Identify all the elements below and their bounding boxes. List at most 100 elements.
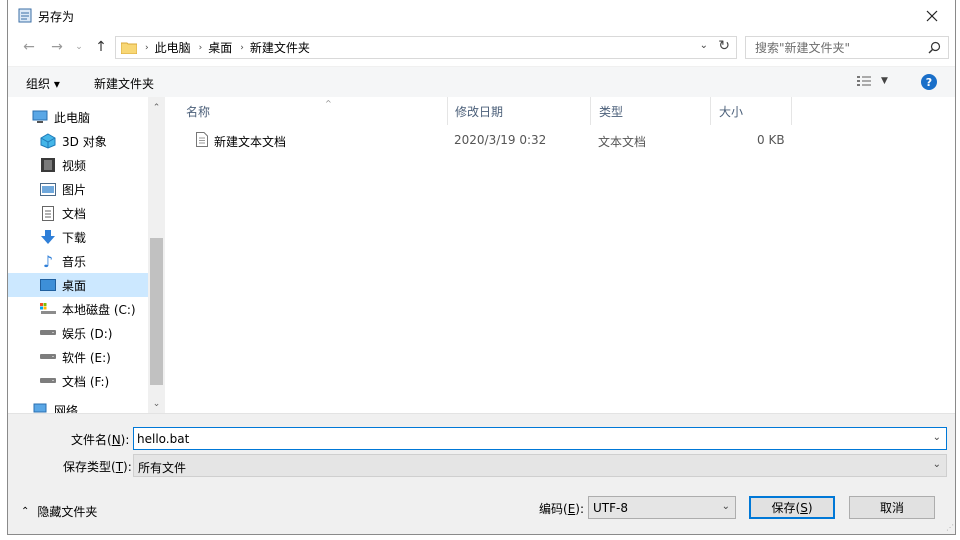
sidebar-item-drive-e[interactable]: 软件 (E:) xyxy=(8,345,148,369)
scroll-up-icon[interactable]: ⌃ xyxy=(148,99,165,116)
recent-locations-button[interactable]: ⌄ xyxy=(68,36,90,58)
up-button[interactable]: ↑ xyxy=(90,36,112,58)
breadcrumb-desktop[interactable]: 桌面 xyxy=(208,39,232,56)
sidebar-item-label: 娱乐 (D:) xyxy=(62,326,113,341)
search-icon[interactable] xyxy=(928,41,941,54)
navigation-pane: 此电脑 3D 对象 视频 图片 文档 下载 ♪ 音乐 桌面 本地磁盘 (C:) … xyxy=(8,97,166,413)
desktop-icon xyxy=(40,277,56,293)
details-view-icon xyxy=(857,76,871,86)
address-bar[interactable]: › 此电脑 › 桌面 › 新建文件夹 ⌄ ↻ xyxy=(115,36,737,59)
filename-input[interactable] xyxy=(134,428,924,449)
local-disk-icon xyxy=(40,301,56,317)
filename-field[interactable]: ⌄ xyxy=(133,427,947,450)
save-as-dialog: 另存为 ← → ⌄ ↑ › 此电脑 › 桌面 › 新建文件夹 ⌄ ↻ 搜索"新建… xyxy=(7,0,956,535)
sidebar-item-3d-objects[interactable]: 3D 对象 xyxy=(8,129,148,153)
filetype-select[interactable]: 所有文件 ⌄ xyxy=(133,454,947,477)
help-button[interactable]: ? xyxy=(921,74,937,90)
window-title: 另存为 xyxy=(38,10,75,24)
column-header-label: 类型 xyxy=(599,104,624,119)
filename-label: 文件名(N): xyxy=(71,433,130,447)
address-dropdown-icon[interactable]: ⌄ xyxy=(700,40,708,51)
new-folder-button[interactable]: 新建文件夹 xyxy=(94,75,154,92)
breadcrumb-separator[interactable]: › xyxy=(199,43,203,53)
refresh-icon[interactable]: ↻ xyxy=(718,38,730,54)
file-size: 0 KB xyxy=(757,133,785,147)
sidebar-item-label: 音乐 xyxy=(62,254,87,269)
back-button[interactable]: ← xyxy=(18,36,40,58)
computer-icon xyxy=(32,109,48,125)
notepad-icon xyxy=(18,8,32,23)
close-button[interactable] xyxy=(909,0,955,31)
back-arrow-icon: ← xyxy=(23,39,35,55)
column-header-label: 名称 xyxy=(186,104,211,119)
organize-button[interactable]: 组织 ▾ xyxy=(26,75,60,92)
save-options-panel: 文件名(N): ⌄ 保存类型(T): 所有文件 ⌄ ⌃ 隐藏文件夹 编码(E):… xyxy=(8,413,955,534)
sidebar-item-label: 文档 xyxy=(62,206,87,221)
sort-ascending-icon: ^ xyxy=(325,99,332,108)
breadcrumb-this-pc[interactable]: 此电脑 xyxy=(155,39,191,56)
column-header-type[interactable]: 类型 xyxy=(591,97,711,125)
sidebar-item-label: 本地磁盘 (C:) xyxy=(62,302,136,317)
command-toolbar: 组织 ▾ 新建文件夹 ▼ ? xyxy=(8,66,955,97)
close-icon xyxy=(926,10,938,21)
navigation-scrollbar[interactable]: ⌃ ⌄ xyxy=(148,97,165,413)
encoding-value: UTF-8 xyxy=(593,501,628,515)
file-name: 新建文本文档 xyxy=(214,135,287,149)
sidebar-item-desktop[interactable]: 桌面 xyxy=(8,273,148,297)
chevron-down-icon: ⌄ xyxy=(721,501,730,512)
sidebar-item-label: 软件 (E:) xyxy=(62,350,111,365)
sidebar-item-label: 视频 xyxy=(62,158,87,173)
chevron-down-icon: ⌄ xyxy=(932,459,941,470)
chevron-up-icon: ⌃ xyxy=(21,506,30,517)
drive-icon xyxy=(40,325,56,341)
title-bar: 另存为 xyxy=(8,0,955,31)
scrollbar-thumb[interactable] xyxy=(150,238,163,385)
breadcrumb-separator: › xyxy=(145,42,149,53)
sidebar-item-drive-d[interactable]: 娱乐 (D:) xyxy=(8,321,148,345)
hide-folders-label: 隐藏文件夹 xyxy=(37,505,98,519)
documents-icon xyxy=(40,205,56,221)
encoding-label: 编码(E): xyxy=(539,502,585,516)
file-modified: 2020/3/19 0:32 xyxy=(454,133,547,147)
save-button[interactable]: 保存(S) xyxy=(749,496,835,519)
sidebar-item-label: 图片 xyxy=(62,182,87,197)
sidebar-item-this-pc[interactable]: 此电脑 xyxy=(8,105,148,129)
column-header-size[interactable]: 大小 xyxy=(711,97,792,125)
sidebar-item-label: 下载 xyxy=(62,230,87,245)
table-row[interactable]: 新建文本文档 2020/3/19 0:32 文本文档 0 KB xyxy=(166,128,806,152)
scroll-down-icon[interactable]: ⌄ xyxy=(148,395,165,412)
text-file-icon xyxy=(196,132,208,147)
column-header-date[interactable]: 修改日期 xyxy=(447,97,591,125)
sidebar-item-videos[interactable]: 视频 xyxy=(8,153,148,177)
sidebar-item-music[interactable]: ♪ 音乐 xyxy=(8,249,148,273)
3d-objects-icon xyxy=(40,133,56,149)
video-icon xyxy=(40,157,56,173)
file-type: 文本文档 xyxy=(598,135,647,149)
file-list: 名称 ^ 修改日期 类型 大小 新建文本文档 2020/3/19 0:32 文本… xyxy=(166,97,955,413)
resize-grip-icon[interactable]: ⋰ xyxy=(946,523,954,532)
forward-button[interactable]: → xyxy=(46,36,68,58)
encoding-select[interactable]: UTF-8 ⌄ xyxy=(588,496,736,519)
sidebar-item-local-disk-c[interactable]: 本地磁盘 (C:) xyxy=(8,297,148,321)
breadcrumb-new-folder[interactable]: 新建文件夹 xyxy=(250,39,310,56)
breadcrumb-separator[interactable]: › xyxy=(240,43,244,53)
view-options-button[interactable]: ▼ xyxy=(857,75,888,87)
hide-folders-button[interactable]: ⌃ 隐藏文件夹 xyxy=(21,503,97,520)
cancel-button[interactable]: 取消 xyxy=(849,496,935,519)
filetype-value: 所有文件 xyxy=(138,461,187,475)
sidebar-item-label: 文档 (F:) xyxy=(62,374,110,389)
up-arrow-icon: ↑ xyxy=(95,39,107,55)
column-header-name[interactable]: 名称 ^ xyxy=(178,97,448,125)
sidebar-item-network[interactable]: 网络 xyxy=(8,398,148,413)
sidebar-item-documents[interactable]: 文档 xyxy=(8,201,148,225)
search-box[interactable] xyxy=(745,36,949,59)
search-input[interactable] xyxy=(746,37,916,58)
sidebar-item-pictures[interactable]: 图片 xyxy=(8,177,148,201)
drive-icon xyxy=(40,373,56,389)
sidebar-item-drive-f[interactable]: 文档 (F:) xyxy=(8,369,148,393)
chevron-down-icon[interactable]: ⌄ xyxy=(933,432,941,443)
sidebar-item-downloads[interactable]: 下载 xyxy=(8,225,148,249)
column-header-label: 大小 xyxy=(719,104,744,119)
chevron-down-icon: ⌄ xyxy=(75,42,83,52)
caret-down-icon: ▼ xyxy=(881,76,888,86)
